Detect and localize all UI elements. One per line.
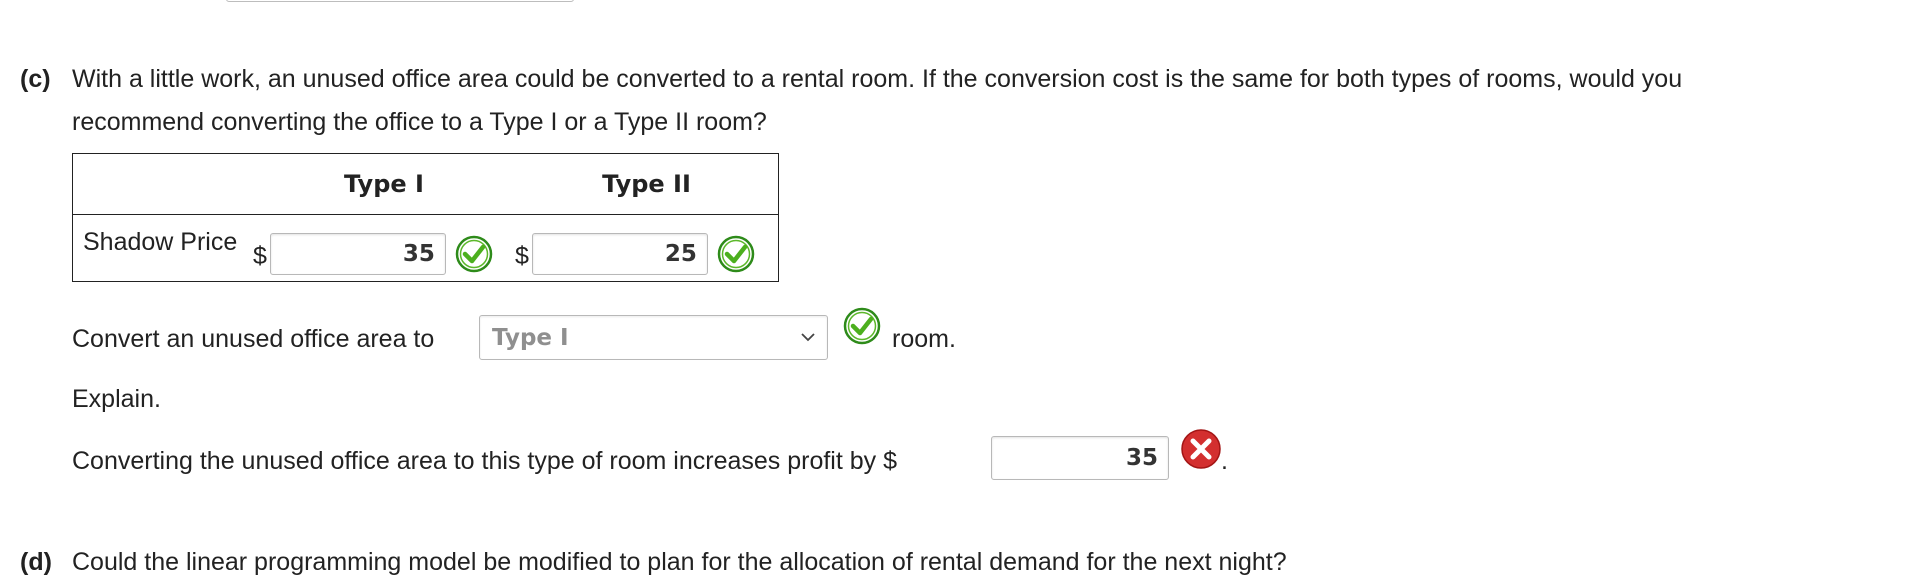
room-type-select[interactable]: Type I [479, 315, 828, 360]
type2-shadow-price-input[interactable] [531, 233, 708, 275]
check-circle-icon [717, 235, 755, 273]
shadow-price-table: Type I Type II Shadow Price $ $ [72, 153, 779, 282]
table-header-type1: Type I [344, 170, 424, 198]
type2-cell: $ [515, 215, 779, 282]
chevron-down-icon [801, 333, 815, 342]
table-row: Shadow Price $ $ [73, 215, 779, 282]
table-header-row: Type I Type II [72, 154, 779, 215]
profit-increase-input[interactable] [991, 436, 1169, 480]
previous-input-edge [226, 0, 574, 2]
profit-text: Converting the unused office area to thi… [72, 447, 897, 475]
part-d-question: Could the linear programming model be mo… [72, 548, 1287, 576]
check-circle-icon [843, 307, 881, 345]
room-type-selected-value: Type I [492, 324, 569, 351]
dollar-sign: $ [253, 241, 267, 270]
convert-prefix-text: Convert an unused office area to [72, 325, 435, 353]
type1-shadow-price-input[interactable] [269, 233, 446, 275]
profit-trailing-period: . [1221, 447, 1228, 475]
explain-label: Explain. [72, 385, 161, 413]
shadow-price-label: Shadow Price [83, 227, 238, 256]
part-d-label: (d) [20, 548, 52, 576]
x-circle-icon [1181, 429, 1221, 469]
part-c-question-line2: recommend converting the office to a Typ… [72, 108, 767, 136]
part-c-label: (c) [20, 65, 51, 93]
table-header-type2: Type II [602, 170, 691, 198]
table-header-empty [73, 154, 254, 215]
convert-suffix-text: room. [892, 325, 956, 353]
check-circle-icon [455, 235, 493, 273]
dollar-sign: $ [515, 241, 529, 270]
part-c-question-line1: With a little work, an unused office are… [72, 65, 1683, 93]
type1-cell: $ [253, 215, 515, 282]
